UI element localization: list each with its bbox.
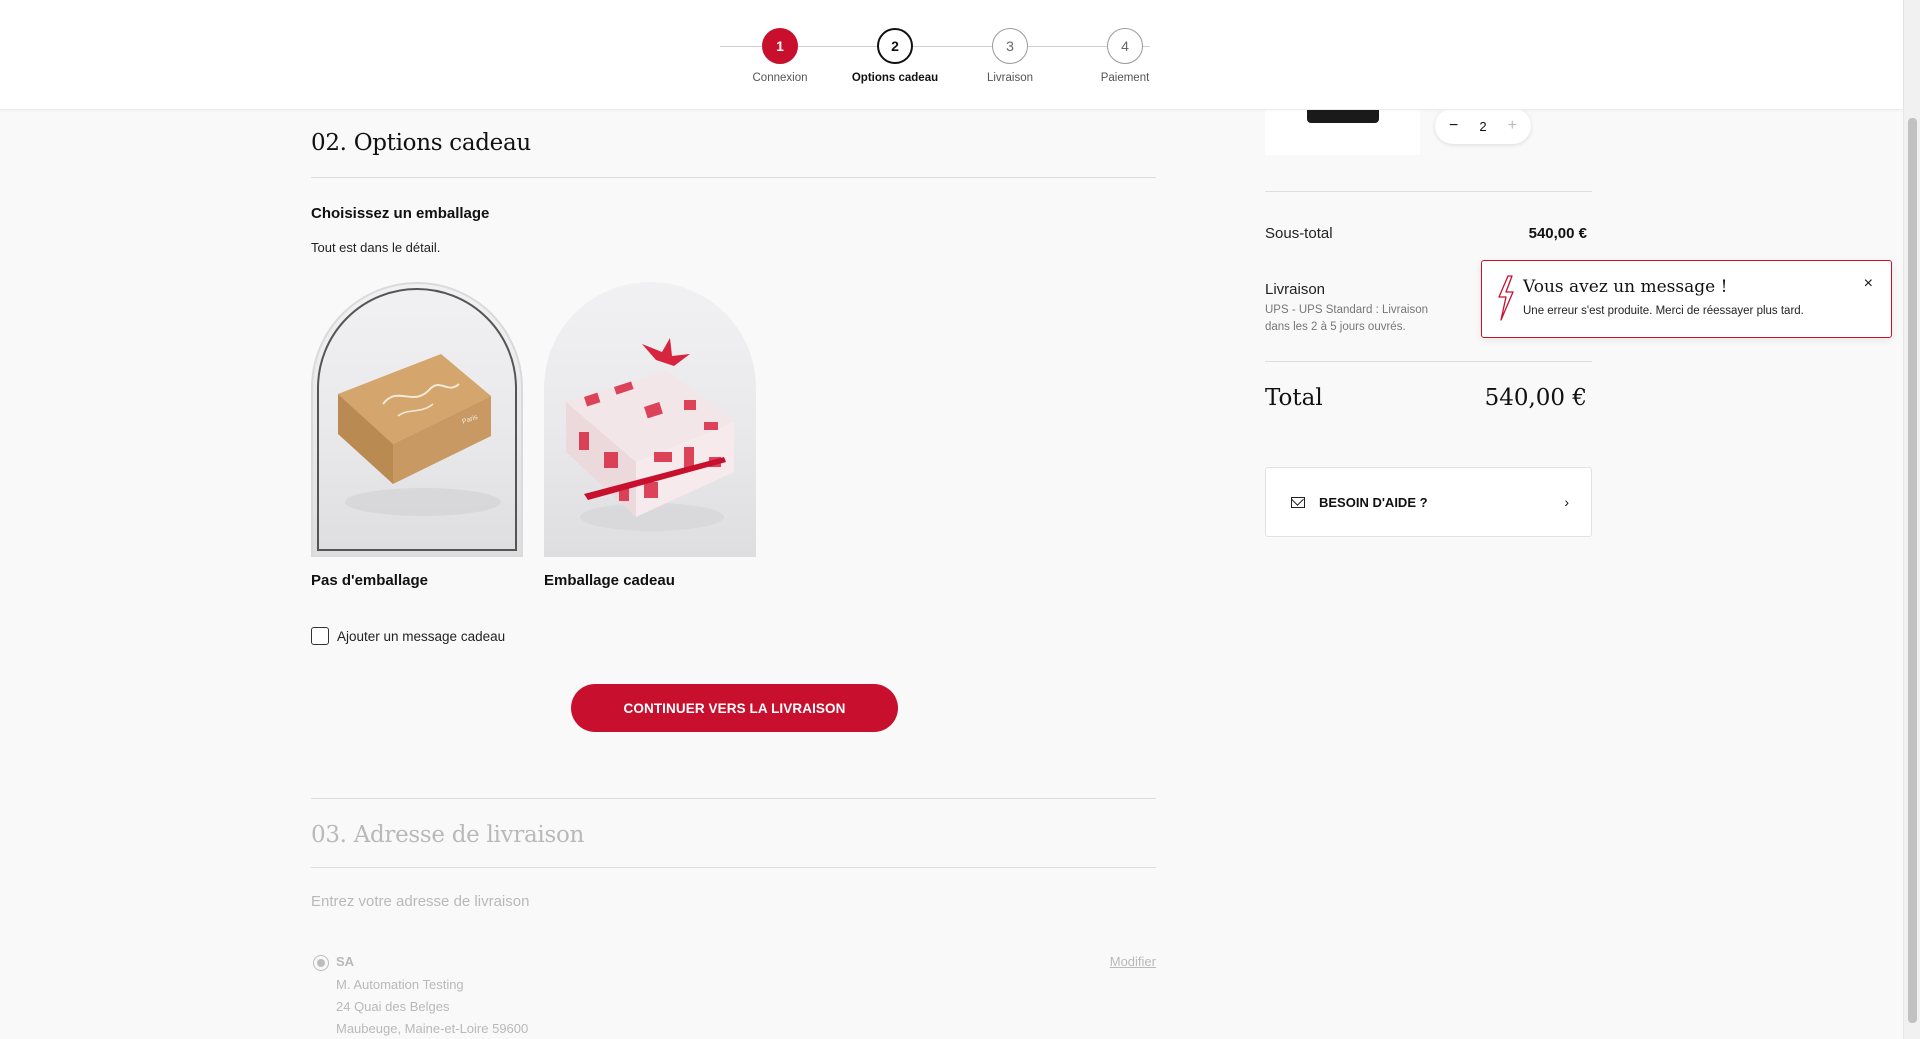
step-number: 3 (992, 28, 1028, 64)
divider (311, 798, 1156, 799)
address-label: SA (336, 954, 355, 969)
gift-message-checkbox[interactable] (311, 627, 329, 645)
step-label: Paiement (1100, 72, 1150, 84)
address-line: M. Automation Testing (336, 977, 464, 992)
address-line: 24 Quai des Belges (336, 999, 450, 1014)
step-options-cadeau: 2 Options cadeau (835, 28, 955, 84)
total-row: Total 540,00 € (1265, 385, 1592, 411)
divider (311, 867, 1156, 868)
checkout-header: 1 Connexion 2 Options cadeau 3 Livraison… (0, 0, 1903, 110)
page-scrollbar[interactable] (1903, 0, 1920, 1039)
step-number: 1 (762, 28, 798, 64)
address-radio[interactable] (313, 955, 329, 971)
step-paiement: 4 Paiement (1065, 28, 1185, 84)
total-value: 540,00 € (1484, 385, 1587, 411)
lightning-icon (1498, 275, 1514, 321)
shipping-description: UPS - UPS Standard : Livraison dans les … (1265, 304, 1428, 333)
packaging-option-none[interactable]: Paris Pas d'emballage (311, 282, 523, 589)
continue-to-delivery-button[interactable]: CONTINUER VERS LA LIVRAISON (571, 684, 898, 732)
subtotal-row: Sous-total 540,00 € (1265, 225, 1592, 242)
gift-message-label: Ajouter un message cadeau (337, 628, 506, 644)
step-label: Options cadeau (851, 72, 939, 84)
scrollbar-thumb[interactable] (1908, 118, 1917, 1023)
chevron-right-icon: › (1564, 494, 1569, 510)
help-label: BESOIN D'AIDE ? (1319, 494, 1428, 510)
subtotal-label: Sous-total (1265, 225, 1333, 242)
step-label: Livraison (986, 72, 1034, 84)
gift-wrap-image (544, 282, 756, 557)
packaging-option-label: Pas d'emballage (311, 572, 428, 589)
packaging-subheading: Tout est dans le détail. (311, 240, 441, 255)
error-toast: Vous avez un message ! Une erreur s'est … (1481, 260, 1892, 338)
gift-wrap-illustration (566, 338, 734, 531)
step-label: Connexion (752, 72, 808, 84)
toast-title: Vous avez un message ! (1523, 277, 1728, 297)
step-connexion[interactable]: 1 Connexion (720, 28, 840, 84)
section-title-gift-options: 02. Options cadeau (311, 130, 531, 156)
total-label: Total (1265, 385, 1323, 411)
step-number: 2 (877, 28, 913, 64)
toast-message: Une erreur s'est produite. Merci de rées… (1523, 305, 1804, 317)
checkout-stepper: 1 Connexion 2 Options cadeau 3 Livraison… (720, 28, 1150, 88)
kraft-box-illustration: Paris (338, 354, 501, 516)
divider (1265, 191, 1592, 192)
quantity-stepper: − 2 + (1435, 108, 1531, 144)
packaging-option-label: Emballage cadeau (544, 572, 675, 589)
subtotal-value: 540,00 € (1528, 225, 1587, 242)
radio-dot (317, 959, 325, 967)
modify-address-link[interactable]: Modifier (1110, 954, 1156, 969)
step-livraison: 3 Livraison (950, 28, 1070, 84)
address-prompt: Entrez votre adresse de livraison (311, 893, 530, 910)
packaging-heading: Choisissez un emballage (311, 205, 490, 222)
divider (1265, 361, 1592, 362)
step-number: 4 (1107, 28, 1143, 64)
address-line: Maubeuge, Maine-et-Loire 59600 (336, 1021, 529, 1036)
decrease-quantity-button[interactable]: − (1449, 117, 1458, 135)
close-icon[interactable]: × (1864, 275, 1873, 293)
mail-icon (1291, 496, 1305, 508)
packaging-option-gift-wrap[interactable]: Emballage cadeau (544, 282, 756, 589)
section-title-delivery-address: 03. Adresse de livraison (311, 822, 585, 848)
kraft-box-image: Paris (311, 282, 523, 557)
gift-message-toggle[interactable]: Ajouter un message cadeau (311, 627, 505, 645)
divider (311, 177, 1156, 178)
increase-quantity-button[interactable]: + (1508, 117, 1517, 135)
quantity-value: 2 (1479, 118, 1487, 134)
shipping-label: Livraison (1265, 281, 1326, 298)
help-button[interactable]: BESOIN D'AIDE ? › (1265, 467, 1592, 537)
